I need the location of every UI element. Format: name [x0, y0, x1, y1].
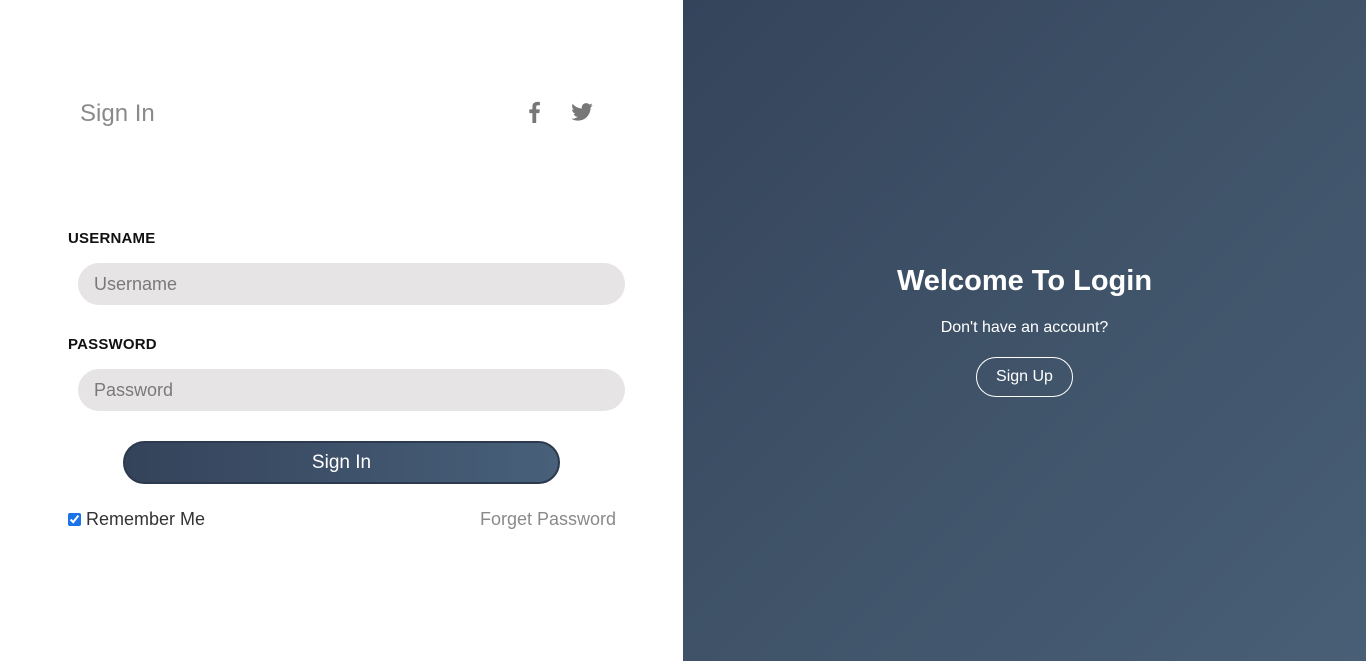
signup-button[interactable]: Sign Up	[976, 357, 1073, 397]
signin-button[interactable]: Sign In	[123, 441, 560, 484]
account-prompt: Don't have an account?	[940, 319, 1109, 336]
signin-panel: Sign In USERNAME PASSWORD Sign In Rememb…	[0, 0, 683, 661]
password-label: PASSWORD	[68, 336, 157, 353]
twitter-icon[interactable]	[570, 100, 594, 124]
signin-heading: Sign In	[80, 100, 155, 127]
welcome-title: Welcome To Login	[896, 265, 1153, 297]
forget-password-link[interactable]: Forget Password	[480, 509, 616, 530]
username-input[interactable]	[78, 263, 625, 305]
username-label: USERNAME	[68, 230, 156, 247]
remember-me-checkbox[interactable]	[68, 513, 81, 526]
welcome-panel: Welcome To Login Don't have an account? …	[683, 0, 1366, 661]
social-links	[522, 100, 594, 124]
password-input[interactable]	[78, 369, 625, 411]
remember-me-label: Remember Me	[86, 509, 206, 529]
login-page: Sign In USERNAME PASSWORD Sign In Rememb…	[0, 0, 1366, 661]
facebook-icon[interactable]	[522, 100, 546, 124]
remember-me[interactable]: Remember Me	[68, 509, 205, 530]
